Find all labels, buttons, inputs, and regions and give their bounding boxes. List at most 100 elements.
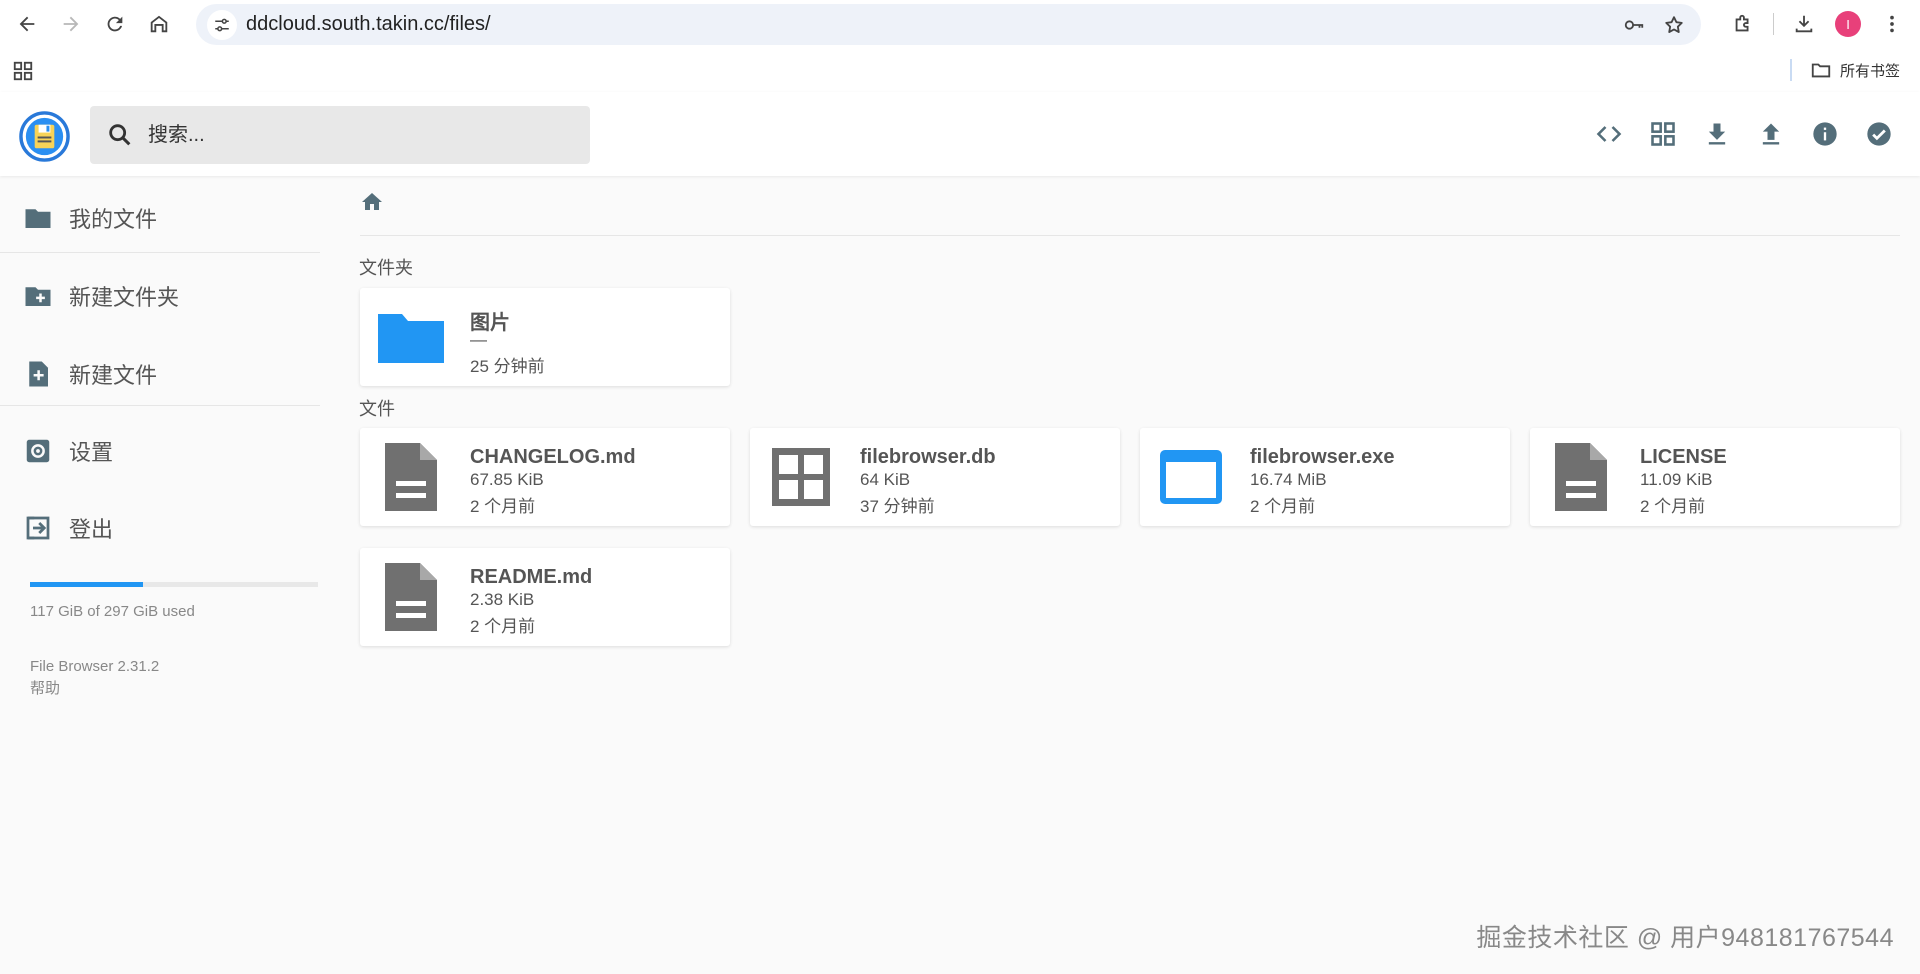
sidebar-item-label: 登出 xyxy=(69,517,114,542)
item-name: filebrowser.db xyxy=(860,446,996,468)
logout-icon xyxy=(26,516,50,540)
arrow-left-icon xyxy=(19,16,35,32)
sidebar-item-my-files[interactable]: 我的文件 xyxy=(0,186,320,250)
storage-usage-text: 117 GiB of 297 GiB used xyxy=(30,603,195,620)
sidebar-item-new-file[interactable]: 新建文件 xyxy=(0,342,320,406)
item-modified: 25 分钟前 xyxy=(470,357,545,376)
url-text[interactable]: ddcloud.south.takin.cc/files/ xyxy=(246,13,491,36)
application-window-icon xyxy=(1160,450,1222,504)
item-modified: 2 个月前 xyxy=(470,497,536,516)
item-size: 64 KiB xyxy=(860,470,911,489)
key-icon xyxy=(1624,19,1644,30)
breadcrumb-divider xyxy=(360,235,1900,236)
watermark-text: 掘金技术社区 @ 用户948181767544 xyxy=(1476,924,1894,952)
item-modified: 2 个月前 xyxy=(1640,497,1706,516)
storage-usage-bar xyxy=(30,582,318,587)
tune-icon xyxy=(215,18,229,31)
item-modified: 37 分钟前 xyxy=(860,497,935,516)
download-tray-icon xyxy=(1795,15,1813,33)
avatar: I xyxy=(1835,11,1861,37)
back-button[interactable] xyxy=(5,4,49,44)
help-link[interactable]: 帮助 xyxy=(30,677,60,698)
file-item[interactable]: filebrowser.exe 16.74 MiB 2 个月前 xyxy=(1140,428,1510,526)
password-key-button[interactable] xyxy=(1617,8,1651,42)
item-size: 11.09 KiB xyxy=(1640,470,1713,489)
forward-button[interactable] xyxy=(49,4,93,44)
toolbar-divider xyxy=(1773,13,1774,35)
puzzle-icon xyxy=(1735,14,1749,32)
code-brackets-icon xyxy=(1596,126,1622,142)
search-icon xyxy=(109,124,131,146)
sidebar-divider xyxy=(0,405,320,406)
address-bar[interactable]: ddcloud.south.takin.cc/files/ xyxy=(196,4,1701,45)
toggle-code-view-button[interactable] xyxy=(1582,107,1636,161)
file-item[interactable]: filebrowser.db 64 KiB 37 分钟前 xyxy=(750,428,1120,526)
item-name: filebrowser.exe xyxy=(1250,446,1395,468)
item-size: 67.85 KiB xyxy=(470,470,544,489)
home-icon[interactable] xyxy=(360,190,384,214)
file-item[interactable]: CHANGELOG.md 67.85 KiB 2 个月前 xyxy=(360,428,730,526)
grid-file-icon xyxy=(772,448,830,506)
sidebar-item-settings[interactable]: 设置 xyxy=(0,419,320,483)
sidebar-divider xyxy=(0,252,320,253)
file-browser-logo-icon[interactable] xyxy=(18,110,71,163)
home-button[interactable] xyxy=(137,4,181,44)
downloads-button[interactable] xyxy=(1782,2,1826,46)
more-vertical-icon xyxy=(1890,15,1894,33)
star-outline-icon xyxy=(1665,15,1683,33)
file-item[interactable]: LICENSE 11.09 KiB 2 个月前 xyxy=(1530,428,1900,526)
search-input[interactable] xyxy=(148,123,568,147)
sidebar-item-label: 设置 xyxy=(69,440,114,465)
info-button[interactable] xyxy=(1798,107,1852,161)
download-icon xyxy=(1708,123,1726,145)
bookmarks-divider xyxy=(1790,59,1792,81)
app-version: File Browser 2.31.2 xyxy=(30,658,160,675)
file-item[interactable]: README.md 2.38 KiB 2 个月前 xyxy=(360,548,730,646)
document-icon xyxy=(385,563,437,631)
document-icon xyxy=(1555,443,1607,511)
grid-view-icon xyxy=(1651,122,1675,146)
download-button[interactable] xyxy=(1690,107,1744,161)
item-size: — xyxy=(470,330,487,349)
item-size: 16.74 MiB xyxy=(1250,470,1327,489)
folder-icon xyxy=(378,314,444,363)
select-multiple-button[interactable] xyxy=(1852,107,1906,161)
item-modified: 2 个月前 xyxy=(1250,497,1316,516)
item-name: CHANGELOG.md xyxy=(470,446,636,468)
app-header xyxy=(0,92,1920,176)
reload-button[interactable] xyxy=(93,4,137,44)
folders-section-label: 文件夹 xyxy=(359,258,413,278)
sidebar-item-label: 新建文件 xyxy=(69,363,158,388)
files-section-label: 文件 xyxy=(359,399,395,419)
sidebar-item-label: 我的文件 xyxy=(69,207,158,232)
reload-icon xyxy=(107,16,123,32)
switch-view-button[interactable] xyxy=(1636,107,1690,161)
browser-toolbar: ddcloud.south.takin.cc/files/ I xyxy=(0,0,1920,48)
site-info-button[interactable] xyxy=(202,4,242,45)
settings-gear-icon xyxy=(26,439,50,463)
apps-grid-icon[interactable] xyxy=(12,60,34,82)
item-name: README.md xyxy=(470,566,593,588)
all-bookmarks-button[interactable]: 所有书签 xyxy=(1810,58,1900,82)
all-bookmarks-label: 所有书签 xyxy=(1840,62,1901,80)
search-box[interactable] xyxy=(90,106,590,164)
storage-usage-fill xyxy=(30,582,144,587)
upload-button[interactable] xyxy=(1744,107,1798,161)
bookmark-star-button[interactable] xyxy=(1657,8,1691,42)
folder-icon xyxy=(25,209,51,228)
browser-menu-button[interactable] xyxy=(1870,2,1914,46)
folder-plus-icon xyxy=(25,287,51,306)
home-outline-icon xyxy=(150,15,168,33)
arrow-right-icon xyxy=(63,16,79,32)
item-name: LICENSE xyxy=(1640,446,1727,468)
profile-button[interactable]: I xyxy=(1826,2,1870,46)
bookmarks-bar: 所有书签 xyxy=(0,48,1920,92)
item-size: 2.38 KiB xyxy=(470,590,535,609)
item-modified: 2 个月前 xyxy=(470,617,536,636)
file-plus-icon xyxy=(29,361,48,387)
folder-item[interactable]: 图片 — 25 分钟前 xyxy=(360,288,730,386)
sidebar-item-logout[interactable]: 登出 xyxy=(0,496,320,560)
sidebar-item-new-folder[interactable]: 新建文件夹 xyxy=(0,264,320,328)
document-icon xyxy=(385,443,437,511)
extensions-button[interactable] xyxy=(1721,2,1765,46)
